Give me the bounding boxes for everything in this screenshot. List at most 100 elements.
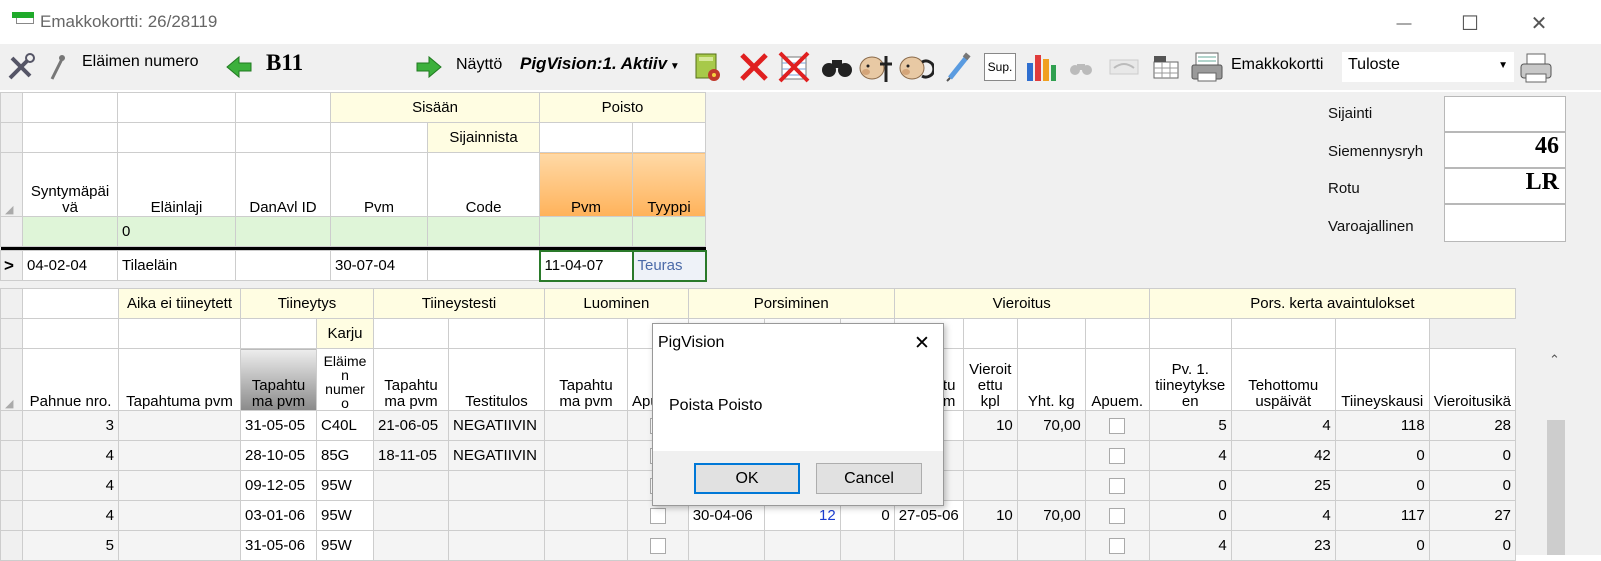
cell-event-date[interactable] — [118, 530, 241, 561]
cell-birthdate[interactable]: 04-02-04 — [22, 250, 118, 281]
breed-field[interactable]: LR — [1444, 168, 1566, 204]
cell-wean-date[interactable] — [893, 530, 964, 561]
printer-icon[interactable] — [1518, 52, 1554, 84]
cell-wean-nurse[interactable] — [1084, 410, 1150, 441]
cell-boar[interactable]: 95W — [316, 500, 374, 531]
cell-preg-period[interactable]: 0 — [1334, 440, 1430, 471]
print-select[interactable]: Tuloste ▼ — [1342, 52, 1514, 82]
col-header-pregnancy-period[interactable]: Tiineyskausi — [1334, 348, 1430, 411]
cell-test-result[interactable] — [448, 500, 545, 531]
cell-preg-date[interactable]: 09-12-05 — [240, 470, 317, 501]
cell-test-result[interactable] — [448, 530, 545, 561]
cell-removal-type[interactable]: Teuras — [631, 249, 707, 282]
filter-cell-species[interactable]: 0 — [117, 216, 236, 247]
col-header-weaning-age[interactable]: Vieroitusikä — [1428, 348, 1517, 411]
pig-cross-icon[interactable] — [858, 50, 894, 84]
vertical-scrollbar[interactable]: ⌃ — [1545, 346, 1567, 555]
pig-arrow-icon[interactable] — [898, 50, 936, 84]
cell-days-first[interactable]: 4 — [1148, 530, 1232, 561]
cell-danavl[interactable] — [235, 250, 331, 281]
filter-cell[interactable] — [22, 216, 118, 247]
col-header-nonproductive-days[interactable]: Tehottomu uspäivät — [1230, 348, 1336, 411]
cell-test-result[interactable]: NEGATIIVIN — [448, 440, 545, 471]
delete-list-icon[interactable] — [778, 51, 812, 83]
col-header-species[interactable]: Eläinlaji — [117, 152, 236, 217]
col-header-removal-date[interactable]: Pvm — [539, 152, 633, 217]
col-header-days-first-pregnancy[interactable]: Pv. 1. tiineytykse en — [1148, 348, 1232, 411]
cell-test-date[interactable]: 21-06-05 — [373, 410, 449, 441]
cell-event-date[interactable] — [118, 440, 241, 471]
cell-nonprod[interactable]: 42 — [1230, 440, 1336, 471]
cell-alive[interactable] — [763, 530, 841, 561]
cell-boar[interactable]: 95W — [316, 530, 374, 561]
cell-parity[interactable]: 3 — [22, 410, 119, 441]
checkbox[interactable] — [1109, 478, 1126, 495]
cell-test-date[interactable]: 18-11-05 — [373, 440, 449, 471]
cell-abort-date[interactable] — [544, 470, 628, 501]
maximize-button[interactable]: ☐ — [1447, 8, 1493, 38]
cell-nonprod[interactable]: 4 — [1230, 410, 1336, 441]
cell-wean-nurse[interactable] — [1084, 440, 1150, 471]
col-header-danavl[interactable]: DanAvl ID — [235, 152, 331, 217]
cell-event-date[interactable] — [118, 410, 241, 441]
cell-abort-date[interactable] — [544, 530, 628, 561]
cell-test-date[interactable] — [373, 470, 449, 501]
cell-wean-nurse[interactable] — [1084, 470, 1150, 501]
col-header-wean-nurse[interactable]: Apuem. — [1084, 348, 1150, 411]
view-select[interactable]: PigVision:1. Aktiiv ▼ — [520, 54, 688, 74]
cell-weaned[interactable]: 10 — [962, 410, 1018, 441]
filter-cell[interactable] — [330, 216, 428, 247]
checkbox[interactable] — [1109, 508, 1126, 525]
cell-wean-age[interactable]: 28 — [1428, 410, 1517, 441]
cell-boar[interactable]: 85G — [316, 440, 374, 471]
cell-parity[interactable]: 4 — [22, 500, 119, 531]
cell-nonprod[interactable]: 23 — [1230, 530, 1336, 561]
cell-kg[interactable] — [1016, 470, 1086, 501]
cell-kg[interactable]: 70,00 — [1016, 500, 1086, 531]
cell-dead[interactable] — [839, 530, 895, 561]
cell-nonprod[interactable]: 4 — [1230, 500, 1336, 531]
checkbox[interactable] — [649, 508, 666, 525]
cell-removal-date[interactable]: 11-04-07 — [538, 249, 634, 282]
col-header-pregnancy-date[interactable]: Tapahtu ma pvm — [240, 348, 317, 411]
bar-chart-icon[interactable] — [1024, 51, 1058, 83]
row-header[interactable] — [0, 500, 23, 531]
table-row[interactable]: > 04-02-04 Tilaeläin 30-07-04 11-04-07 T… — [0, 249, 707, 282]
back-arrow-icon[interactable] — [224, 52, 254, 82]
select-all-corner[interactable]: ◢ — [0, 152, 23, 217]
cell-days-first[interactable]: 0 — [1148, 500, 1232, 531]
col-header-birthdate[interactable]: Syntymäpäi vä — [22, 152, 118, 217]
print-table-icon[interactable] — [1190, 51, 1224, 83]
cell-kg[interactable]: 70,00 — [1016, 410, 1086, 441]
cell-code[interactable] — [427, 250, 540, 281]
cell-wean-age[interactable]: 0 — [1428, 440, 1517, 471]
cell-weaned[interactable] — [962, 440, 1018, 471]
animal-number-value[interactable]: B11 — [266, 50, 303, 76]
ok-button[interactable]: OK — [694, 463, 800, 494]
cancel-button[interactable]: Cancel — [816, 463, 922, 494]
checkbox[interactable] — [1109, 448, 1126, 465]
tools-icon[interactable] — [4, 50, 38, 84]
cell-nurse[interactable] — [627, 530, 689, 561]
cell-weaned[interactable] — [962, 530, 1018, 561]
wrench-icon[interactable] — [46, 50, 68, 84]
cell-weaned[interactable] — [962, 470, 1018, 501]
withdrawal-field[interactable] — [1444, 204, 1566, 242]
cell-species[interactable]: Tilaeläin — [117, 250, 236, 281]
filter-cell[interactable] — [427, 216, 540, 247]
col-header-total-kg[interactable]: Yht. kg — [1016, 348, 1086, 411]
cell-kg[interactable] — [1016, 530, 1086, 561]
select-all-corner[interactable]: ◢ — [0, 348, 23, 411]
cell-wean-age[interactable]: 0 — [1428, 530, 1517, 561]
scrollbar-thumb[interactable] — [1547, 420, 1565, 555]
cell-preg-period[interactable]: 0 — [1334, 530, 1430, 561]
cell-test-date[interactable] — [373, 530, 449, 561]
checkbox[interactable] — [1109, 538, 1126, 555]
syringe-icon[interactable] — [946, 52, 972, 82]
cell-test-result[interactable]: NEGATIIVIN — [448, 410, 545, 441]
col-header-code[interactable]: Code — [427, 152, 540, 217]
export-table-icon[interactable] — [1150, 52, 1182, 82]
filter-cell[interactable] — [235, 216, 331, 247]
document-gear-icon[interactable] — [693, 51, 725, 83]
cell-preg-date[interactable]: 28-10-05 — [240, 440, 317, 471]
